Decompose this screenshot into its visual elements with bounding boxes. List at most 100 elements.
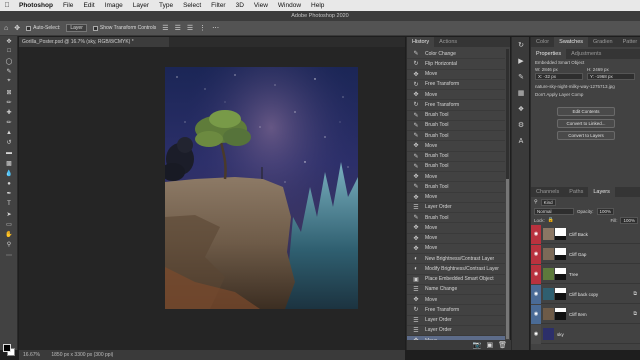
- layer-row[interactable]: ◉ Cliff back copy ⧉: [531, 284, 640, 304]
- history-panel-icon[interactable]: ↻: [512, 37, 530, 53]
- layer-name[interactable]: Cliff Back: [569, 232, 588, 237]
- tab-paths[interactable]: Paths: [564, 187, 588, 197]
- menu-file[interactable]: File: [58, 2, 78, 9]
- history-state[interactable]: ◐ Modify Brightness/Contrast Layer: [407, 264, 505, 275]
- history-state[interactable]: ◐ New Brightness/Contrast Layer: [407, 254, 505, 265]
- document-tab[interactable]: Gorilla_Poster.psd @ 16.7% (sky, RGB/8/C…: [19, 37, 169, 47]
- clone-stamp-tool-icon[interactable]: ▲: [0, 128, 18, 138]
- height-value[interactable]: 2469 px: [593, 67, 609, 72]
- dodge-tool-icon[interactable]: ●: [0, 179, 18, 189]
- menu-help[interactable]: Help: [306, 2, 329, 9]
- zoom-tool-icon[interactable]: ⚲: [0, 240, 18, 250]
- snapshot-icon[interactable]: 📷: [473, 342, 482, 349]
- history-state[interactable]: ✥ Move: [407, 244, 505, 254]
- apple-icon[interactable]: : [0, 2, 14, 9]
- marquee-tool-icon[interactable]: □: [0, 46, 18, 56]
- rectangle-tool-icon[interactable]: ▭: [0, 219, 18, 229]
- canvas-area[interactable]: [19, 47, 405, 350]
- fill-field[interactable]: 100%: [620, 217, 638, 224]
- menu-edit[interactable]: Edit: [78, 2, 99, 9]
- visibility-eye-icon[interactable]: ◉: [531, 224, 541, 244]
- layer-mask-thumbnail[interactable]: [555, 228, 566, 240]
- visibility-eye-icon[interactable]: ◉: [531, 304, 541, 324]
- quick-select-tool-icon[interactable]: ✎: [0, 67, 18, 77]
- history-state[interactable]: ✎ Brush Tool: [407, 121, 505, 131]
- layer-thumbnail[interactable]: [543, 288, 554, 300]
- history-state[interactable]: ✎ Brush Tool: [407, 162, 505, 172]
- menu-3d[interactable]: 3D: [231, 2, 249, 9]
- layer-comp-select[interactable]: Don't Apply Layer Comp: [531, 91, 640, 99]
- tab-patterns[interactable]: Patter: [618, 37, 640, 47]
- width-value[interactable]: 2846 px: [542, 67, 558, 72]
- x-value[interactable]: -32 px: [544, 74, 557, 79]
- align-center-icon[interactable]: ☰: [175, 25, 181, 32]
- tab-color[interactable]: Color: [531, 37, 554, 47]
- history-state[interactable]: ▣ Place Embedded Smart Object: [407, 275, 505, 285]
- lock-icon[interactable]: 🔒: [548, 218, 554, 223]
- frame-tool-icon[interactable]: ⊠: [0, 87, 18, 97]
- transform-controls-checkbox[interactable]: [92, 25, 98, 31]
- history-state[interactable]: ↻ Free Transform: [407, 305, 505, 316]
- align-left-icon[interactable]: ☰: [162, 25, 168, 32]
- zoom-level[interactable]: 16.67%: [23, 352, 40, 358]
- pen-tool-icon[interactable]: ✒: [0, 189, 18, 199]
- layer-name[interactable]: Cliff Gap: [569, 252, 586, 257]
- hand-tool-icon[interactable]: ✋: [0, 230, 18, 240]
- layer-row[interactable]: ◉ Cliff Item ⧉: [531, 304, 640, 324]
- lasso-tool-icon[interactable]: ◯: [0, 56, 18, 66]
- opacity-field[interactable]: 100%: [596, 208, 615, 215]
- layer-row[interactable]: ◉ sky: [531, 324, 640, 344]
- gradient-tool-icon[interactable]: ▩: [0, 158, 18, 168]
- eyedropper-tool-icon[interactable]: ✏: [0, 97, 18, 107]
- history-state[interactable]: ✎ Color Change: [407, 49, 505, 60]
- trash-icon[interactable]: 🗑: [498, 342, 507, 349]
- blur-tool-icon[interactable]: 💧: [0, 168, 18, 178]
- history-state[interactable]: ✥ Move: [407, 70, 505, 80]
- new-document-icon[interactable]: ▣: [486, 342, 493, 349]
- history-state[interactable]: ☰ Name Change: [407, 285, 505, 295]
- distribute-icon[interactable]: ⋮: [199, 25, 206, 32]
- layer-thumbnail[interactable]: [543, 268, 554, 280]
- smart-filter-icon[interactable]: ⧉: [633, 291, 637, 297]
- tab-gradients[interactable]: Gradien: [588, 37, 618, 47]
- brush-tool-icon[interactable]: ✏: [0, 118, 18, 128]
- tab-properties[interactable]: Properties: [531, 49, 567, 59]
- auto-select-checkbox[interactable]: [26, 25, 32, 31]
- tab-channels[interactable]: Channels: [531, 187, 564, 197]
- layer-mask-thumbnail[interactable]: [555, 288, 566, 300]
- tab-adjustments[interactable]: Adjustments: [566, 49, 606, 59]
- visibility-eye-icon[interactable]: ◉: [531, 244, 541, 264]
- more-options-icon[interactable]: ⋯: [212, 25, 219, 32]
- layer-row[interactable]: ◉ Tree: [531, 264, 640, 284]
- history-state[interactable]: ✎ Brush Tool: [407, 111, 505, 121]
- tab-history[interactable]: History: [407, 37, 435, 47]
- layer-filter-select[interactable]: Kind: [540, 199, 556, 206]
- layer-mask-thumbnail[interactable]: [555, 308, 566, 320]
- menu-window[interactable]: Window: [273, 2, 306, 9]
- menu-app-name[interactable]: Photoshop: [14, 2, 58, 9]
- auto-select-option[interactable]: Auto-Select:: [26, 25, 60, 31]
- tab-swatches[interactable]: Swatches: [554, 37, 589, 47]
- layer-name[interactable]: Cliff back copy: [569, 292, 598, 297]
- history-state[interactable]: ✥ Move: [407, 90, 505, 101]
- foreground-color-swatch[interactable]: [3, 344, 11, 352]
- healing-brush-tool-icon[interactable]: ✚: [0, 107, 18, 117]
- layer-mask-thumbnail[interactable]: [555, 268, 566, 280]
- history-state[interactable]: ✥ Move: [407, 223, 505, 234]
- brush-settings-icon[interactable]: ✎: [512, 69, 530, 85]
- edit-contents-button[interactable]: Edit Contents: [557, 107, 615, 116]
- blend-mode-select[interactable]: Normal: [534, 208, 574, 215]
- tab-layers[interactable]: Layers: [588, 187, 615, 197]
- paths-icon[interactable]: ❖: [512, 101, 530, 117]
- menu-select[interactable]: Select: [178, 2, 206, 9]
- layer-mask-thumbnail[interactable]: [555, 248, 566, 260]
- menu-type[interactable]: Type: [154, 2, 178, 9]
- convert-to-layers-button[interactable]: Convert to Layers: [557, 131, 615, 140]
- layer-row[interactable]: ◉ Cliff Back: [531, 224, 640, 244]
- history-state[interactable]: ↻ Free Transform: [407, 100, 505, 111]
- home-icon[interactable]: ⌂: [4, 25, 8, 32]
- history-brush-tool-icon[interactable]: ↺: [0, 138, 18, 148]
- eraser-tool-icon[interactable]: ▬: [0, 148, 18, 158]
- layer-thumbnail[interactable]: [543, 308, 554, 320]
- layer-thumbnail[interactable]: [543, 228, 554, 240]
